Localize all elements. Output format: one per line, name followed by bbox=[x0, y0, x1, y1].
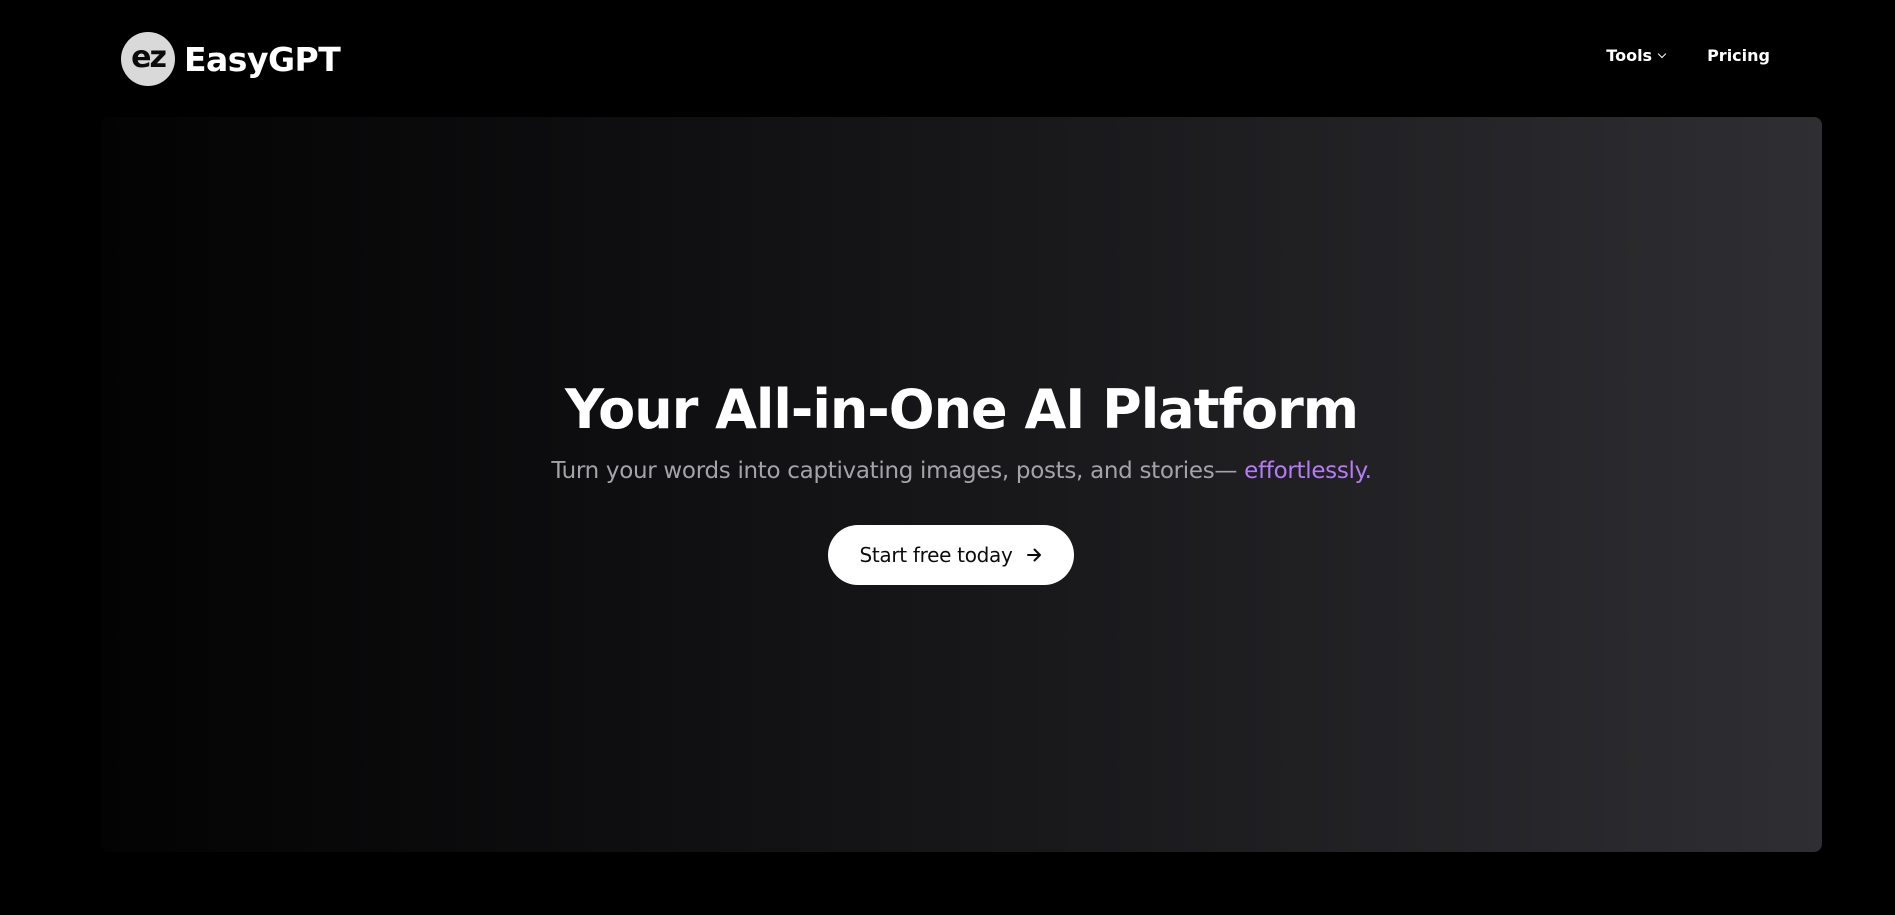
hero-subtitle-text: Turn your words into captivating images,… bbox=[551, 458, 1238, 484]
start-free-button[interactable]: Start free today bbox=[828, 525, 1074, 585]
brand-name: EasyGPT bbox=[184, 39, 341, 79]
arrow-right-icon bbox=[1025, 546, 1043, 564]
hero-section: Your All-in-One AI Platform Turn your wo… bbox=[101, 117, 1822, 852]
chevron-down-icon bbox=[1657, 49, 1667, 59]
nav-item-pricing[interactable]: Pricing bbox=[1707, 46, 1770, 65]
nav-item-pricing-label: Pricing bbox=[1707, 46, 1770, 65]
nav-item-tools-label: Tools bbox=[1606, 46, 1653, 65]
nav-item-tools[interactable]: Tools bbox=[1606, 46, 1667, 65]
hero-subtitle: Turn your words into captivating images,… bbox=[101, 458, 1822, 486]
start-free-button-label: Start free today bbox=[859, 543, 1013, 567]
hero-subtitle-accent: effortlessly. bbox=[1244, 458, 1372, 484]
site-header: ez EasyGPT Tools Pricing bbox=[0, 0, 1895, 117]
main-nav: Tools Pricing bbox=[1606, 46, 1770, 65]
logo-mark-text: ez bbox=[131, 40, 167, 75]
hero-title: Your All-in-One AI Platform bbox=[565, 378, 1359, 441]
logo-link[interactable]: ez EasyGPT bbox=[121, 32, 341, 86]
logo-icon: ez bbox=[121, 32, 175, 86]
